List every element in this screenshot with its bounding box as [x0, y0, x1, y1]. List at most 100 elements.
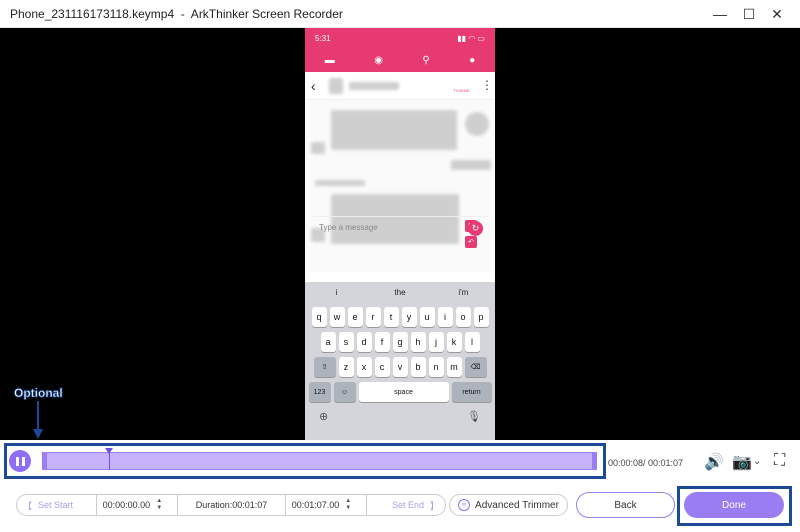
pause-icon: [21, 456, 25, 466]
phone-recording: 5:31 ▮▮ ◠ ▭ ▬ ◉ ⚲ ● ‹ TYOEND ⋮ ✎ ↶: [305, 28, 495, 440]
camera-icon: ◉: [374, 54, 383, 66]
end-time-field[interactable]: 00:01:07.00 ▲ ▼: [286, 495, 368, 515]
start-time-field[interactable]: 00:00:00.00 ▲ ▼: [97, 495, 179, 515]
chat-body: ✎ ↶: [305, 100, 495, 272]
phone-status-bar: 5:31 ▮▮ ◠ ▭: [305, 28, 495, 48]
key: r: [365, 307, 381, 327]
globe-icon: ⊕: [319, 411, 329, 423]
key: h: [410, 332, 426, 352]
end-time-stepper[interactable]: ▲ ▼: [345, 498, 351, 512]
camera-snapshot-icon[interactable]: 📷: [732, 452, 752, 472]
key: k: [446, 332, 462, 352]
timecode: 00:00:08/ 00:01:07: [608, 458, 684, 468]
emoji-icon: ☺: [333, 382, 356, 402]
profile-icon: ●: [469, 54, 476, 66]
key: g: [392, 332, 408, 352]
delete-icon: ⌫: [464, 357, 487, 377]
key: m: [446, 357, 462, 377]
key-row: a s d f g h j k l: [305, 332, 495, 352]
start-time-value: 00:00:00.00: [102, 500, 151, 510]
pause-button[interactable]: [9, 450, 31, 472]
trim-start-handle[interactable]: [43, 453, 47, 469]
send-icon: ↻: [468, 221, 483, 236]
key: z: [338, 357, 354, 377]
suggestion: i'm: [458, 287, 469, 297]
key-row: q w e r t y u i o p: [305, 307, 495, 327]
key: j: [428, 332, 444, 352]
set-start-label: Set Start: [38, 500, 74, 510]
maximize-button[interactable]: ☐: [734, 0, 764, 28]
return-key: return: [451, 382, 492, 402]
fullscreen-icon[interactable]: ⛶: [774, 452, 785, 470]
arrow-down-icon: [33, 401, 43, 439]
key: f: [374, 332, 390, 352]
phone-keyboard: i the i'm q w e r t y u i o p a s d f g …: [305, 282, 495, 440]
space-key: space: [358, 382, 449, 402]
set-end-label: Set End: [391, 500, 424, 510]
start-time-stepper[interactable]: ▲ ▼: [156, 498, 162, 512]
suggestion: i: [335, 287, 338, 297]
key: b: [410, 357, 426, 377]
back-icon: ‹: [311, 77, 316, 94]
badge-label: TYOEND: [453, 88, 470, 93]
set-end-button[interactable]: Set End】: [367, 495, 445, 515]
message-placeholder: Type a message: [319, 223, 378, 232]
key: s: [338, 332, 354, 352]
key: d: [356, 332, 372, 352]
chevron-down-icon[interactable]: ⌄: [753, 456, 761, 467]
key: u: [419, 307, 435, 327]
sender-avatar: [465, 112, 489, 136]
key: w: [329, 307, 345, 327]
key: l: [464, 332, 480, 352]
numbers-key: 123: [308, 382, 331, 402]
video-preview: 5:31 ▮▮ ◠ ▭ ▬ ◉ ⚲ ● ‹ TYOEND ⋮ ✎ ↶: [0, 28, 800, 440]
keyboard-bottom: ⊕ 🎙: [305, 410, 495, 423]
minimize-button[interactable]: —: [705, 0, 735, 28]
set-start-button[interactable]: 【Set Start: [17, 495, 97, 515]
key: c: [374, 357, 390, 377]
chat-message: [331, 110, 457, 150]
trimmer-icon: ∞: [458, 499, 471, 511]
volume-icon[interactable]: 🔊: [704, 452, 724, 472]
app-nav-bar: ▬ ◉ ⚲ ●: [305, 48, 495, 72]
duration-value: Duration:00:01:07: [195, 500, 268, 510]
chat-icon: ▬: [324, 54, 335, 66]
chat-header: ‹ TYOEND ⋮: [305, 72, 495, 100]
key: t: [383, 307, 399, 327]
pause-icon: [15, 456, 19, 466]
keyboard-suggestions: i the i'm: [305, 282, 495, 302]
contact-name: [349, 82, 399, 90]
back-button[interactable]: Back: [576, 492, 675, 518]
key: v: [392, 357, 408, 377]
key: x: [356, 357, 372, 377]
key: p: [473, 307, 489, 327]
playhead[interactable]: [105, 448, 114, 470]
timeline-bar: 00:00:08/ 00:01:07 🔊 📷 ⌄ ⛶: [0, 440, 800, 482]
title-bar: Phone_231116173118.keymp4 - ArkThinker S…: [0, 0, 800, 28]
status-icons: ▮▮ ◠ ▭: [457, 33, 485, 43]
search-icon: ⚲: [422, 54, 430, 66]
key: n: [428, 357, 444, 377]
shift-icon: ⇧: [313, 357, 336, 377]
end-time-value: 00:01:07.00: [291, 500, 340, 510]
close-button[interactable]: ✕: [762, 0, 792, 28]
timeline-track[interactable]: [42, 448, 597, 470]
key: o: [455, 307, 471, 327]
trim-group: 【Set Start 00:00:00.00 ▲ ▼ Duration:00:01…: [16, 494, 446, 516]
done-button[interactable]: Done: [684, 492, 784, 518]
chat-message: [315, 180, 365, 186]
window-title: Phone_231116173118.keymp4 - ArkThinker S…: [10, 6, 343, 21]
more-icon: ⋮: [481, 78, 493, 92]
key: y: [401, 307, 417, 327]
key-row: ⇧ z x c v b n m ⌫: [305, 357, 495, 377]
key-row: 123 ☺ space return: [305, 382, 495, 402]
key: a: [320, 332, 336, 352]
phone-time: 5:31: [315, 33, 331, 43]
key: q: [311, 307, 327, 327]
advanced-trimmer-label: Advanced Trimmer: [475, 499, 559, 511]
chat-message: [311, 142, 325, 154]
trim-end-handle[interactable]: [592, 453, 596, 469]
duration-display: Duration:00:01:07: [178, 495, 286, 515]
advanced-trimmer-button[interactable]: ∞ Advanced Trimmer: [449, 494, 568, 516]
chat-message: [451, 160, 491, 170]
